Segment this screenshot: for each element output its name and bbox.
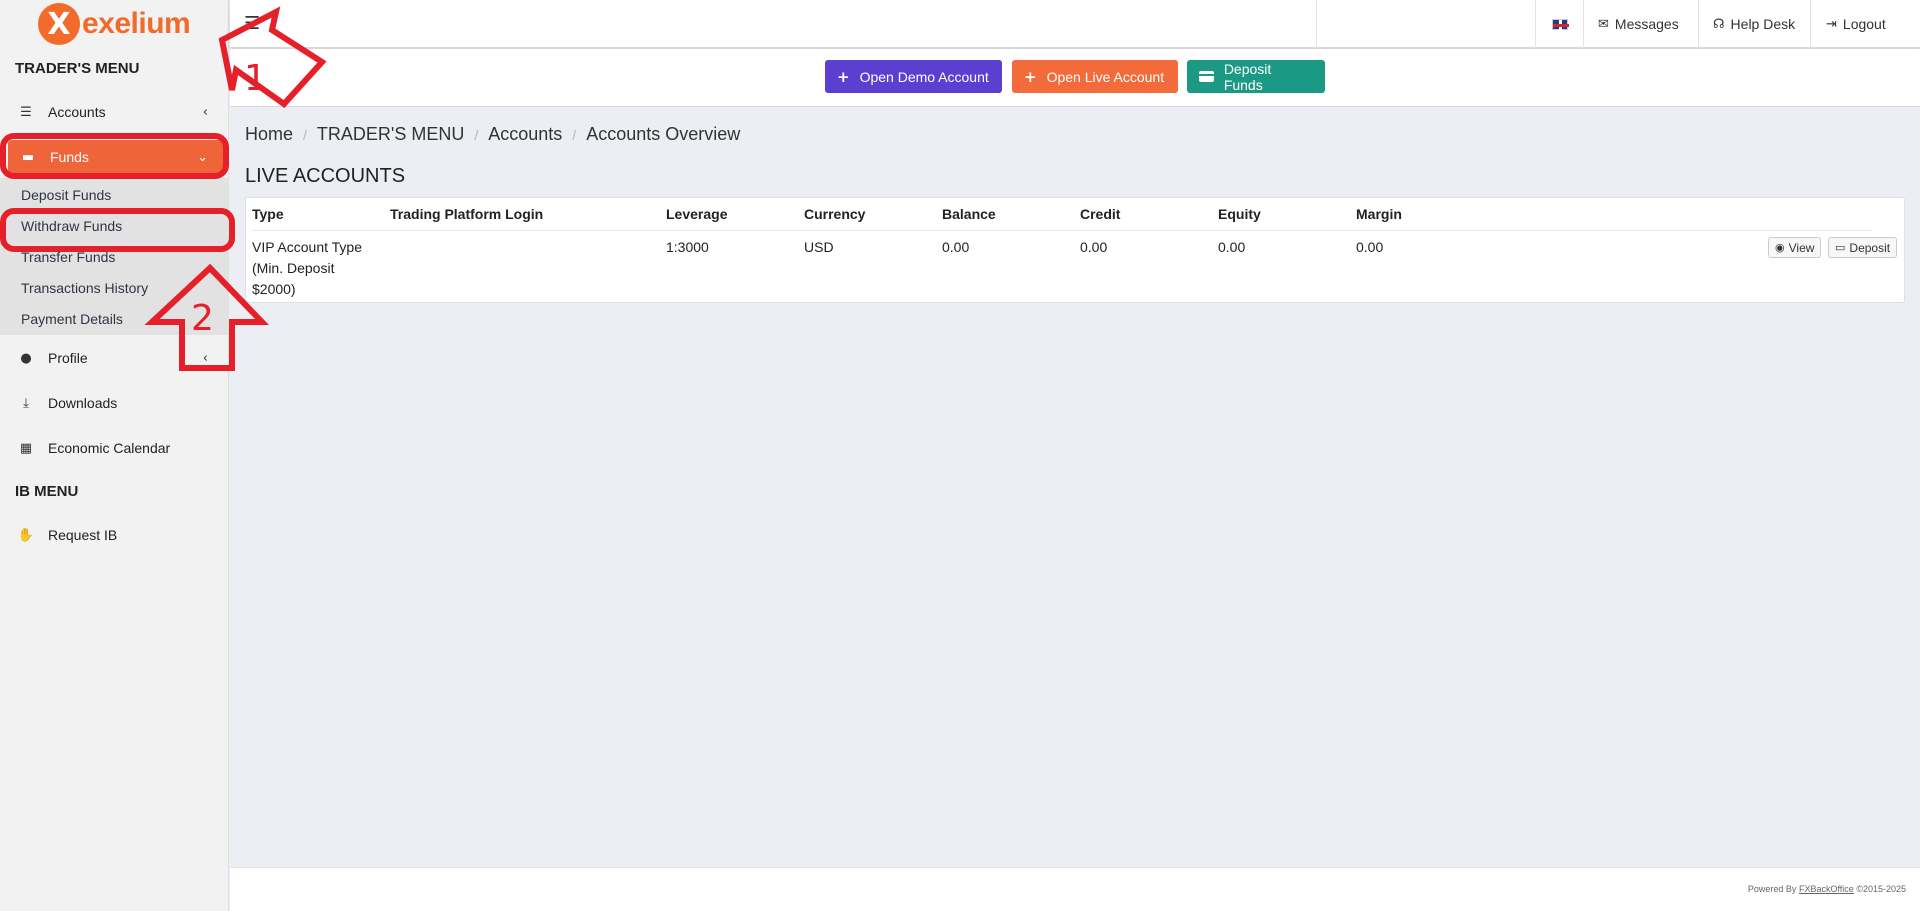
divider: [1535, 0, 1536, 48]
cell-type-line: VIP Account Type: [252, 239, 363, 255]
column-header-leverage: Leverage: [666, 206, 728, 222]
footer-credit: Powered By FXBackOffice ©2015-2025: [1748, 884, 1906, 894]
list-icon: ☰: [20, 104, 32, 120]
breadcrumb-traders-menu[interactable]: TRADER'S MENU: [317, 124, 464, 145]
plus-icon: +: [837, 67, 850, 86]
brand-logo[interactable]: X exelium: [38, 2, 191, 46]
sidebar-item-request-ib[interactable]: ✋ Request IB: [6, 516, 226, 554]
cell-equity: 0.00: [1218, 239, 1246, 255]
footer-suffix: ©2015-2025: [1856, 884, 1906, 894]
submenu-payment-details[interactable]: Payment Details: [21, 311, 123, 327]
logo-mark: X: [38, 3, 80, 45]
help-desk-label: Help Desk: [1730, 16, 1796, 32]
withdraw-highlight-ring: [0, 208, 235, 252]
footer: Powered By FXBackOffice ©2015-2025: [230, 867, 1920, 911]
step-1-label: 1: [244, 58, 267, 99]
user-icon: ●: [20, 350, 32, 366]
chevron-left-icon: ‹: [202, 350, 208, 366]
deposit-funds-button[interactable]: Deposit Funds: [1187, 60, 1325, 93]
cell-type-line: (Min. Deposit: [252, 260, 335, 276]
sidebar-item-label: Economic Calendar: [48, 440, 171, 456]
open-live-account-button[interactable]: + Open Live Account: [1012, 60, 1178, 93]
uk-flag-icon: [1552, 18, 1569, 31]
breadcrumb-separator: /: [572, 126, 577, 143]
breadcrumb-home[interactable]: Home: [245, 124, 293, 145]
breadcrumb-separator: /: [303, 126, 307, 143]
plus-icon: +: [1024, 67, 1037, 86]
sidebar-item-label: Accounts: [48, 104, 106, 120]
messages-label: Messages: [1614, 16, 1679, 32]
button-label: Open Demo Account: [859, 68, 989, 85]
divider: [1698, 0, 1699, 48]
breadcrumb-accounts[interactable]: Accounts: [488, 124, 562, 145]
ib-menu-heading: IB MENU: [15, 483, 79, 500]
logout-link[interactable]: ⇥ Logout: [1826, 0, 1886, 48]
deposit-button[interactable]: ▭ Deposit: [1828, 237, 1898, 258]
eye-icon: ◉: [1775, 241, 1785, 254]
headset-icon: ☊: [1713, 16, 1725, 32]
column-header-margin: Margin: [1356, 206, 1402, 222]
sign-out-icon: ⇥: [1826, 16, 1837, 32]
cell-currency: USD: [804, 239, 834, 255]
column-header-currency: Currency: [804, 206, 866, 222]
help-desk-link[interactable]: ☊ Help Desk: [1713, 0, 1795, 48]
button-label: Deposit: [1849, 240, 1891, 255]
view-button[interactable]: ◉ View: [1768, 237, 1822, 258]
column-header-balance: Balance: [942, 206, 996, 222]
submenu-deposit-funds[interactable]: Deposit Funds: [21, 187, 111, 203]
action-bar: + Open Demo Account + Open Live Account …: [230, 49, 1920, 107]
open-demo-account-button[interactable]: + Open Demo Account: [825, 60, 1002, 93]
handshake-icon: ✋: [17, 527, 35, 543]
breadcrumb-current: Accounts Overview: [586, 124, 741, 144]
cell-type: VIP Account Type (Min. Deposit $2000): [252, 237, 362, 300]
live-accounts-table: Type Trading Platform Login Leverage Cur…: [245, 197, 1905, 303]
breadcrumb: Home / TRADER'S MENU / Accounts / Accoun…: [245, 124, 740, 145]
sidebar-item-economic-calendar[interactable]: ▦ Economic Calendar: [6, 429, 226, 467]
traders-menu-heading: TRADER'S MENU: [15, 60, 140, 77]
messages-link[interactable]: ✉ Messages: [1598, 0, 1679, 48]
column-header-equity: Equity: [1218, 206, 1261, 222]
cell-type-line: $2000): [252, 281, 296, 297]
hamburger-menu-icon[interactable]: ☰: [244, 13, 260, 34]
chevron-left-icon: ‹: [202, 104, 208, 120]
calendar-icon: ▦: [19, 440, 33, 456]
submenu-transactions-history[interactable]: Transactions History: [21, 280, 148, 296]
funds-highlight-ring: [0, 133, 229, 179]
language-selector[interactable]: [1552, 0, 1569, 48]
divider: [1583, 0, 1584, 48]
sidebar-item-label: Request IB: [48, 527, 118, 543]
cell-margin: 0.00: [1356, 239, 1384, 255]
column-header-type: Type: [252, 206, 284, 222]
column-header-credit: Credit: [1080, 206, 1121, 222]
divider: [1316, 0, 1317, 48]
cell-balance: 0.00: [942, 239, 970, 255]
envelope-icon: ✉: [1598, 16, 1609, 32]
credit-card-icon: ▭: [1835, 241, 1846, 254]
credit-card-icon: [1199, 71, 1214, 82]
logout-label: Logout: [1842, 16, 1886, 32]
sidebar-item-downloads[interactable]: ⤓ Downloads: [6, 384, 226, 422]
download-icon: ⤓: [23, 395, 29, 411]
column-header-login: Trading Platform Login: [390, 206, 544, 222]
button-label: View: [1788, 240, 1815, 255]
sidebar-item-accounts[interactable]: ☰ Accounts ‹: [6, 93, 226, 131]
sidebar-item-label: Downloads: [48, 395, 118, 411]
logo-text: exelium: [82, 7, 191, 40]
footer-prefix: Powered By: [1747, 884, 1797, 894]
sidebar-item-profile[interactable]: ● Profile ‹: [6, 339, 226, 377]
breadcrumb-separator: /: [474, 126, 479, 143]
topbar: ☰ ✉ Messages ☊ Help Desk ⇥ Logout: [230, 0, 1920, 48]
live-accounts-title: LIVE ACCOUNTS: [245, 165, 406, 187]
button-label: Open Live Account: [1046, 68, 1165, 85]
step-2-label: 2: [191, 298, 214, 339]
header-divider: [252, 230, 1872, 231]
cell-leverage: 1:3000: [666, 239, 709, 255]
button-label: Deposit Funds: [1223, 60, 1272, 93]
footer-link[interactable]: FXBackOffice: [1799, 884, 1854, 894]
divider: [1810, 0, 1811, 48]
sidebar-item-label: Profile: [48, 350, 88, 366]
cell-credit: 0.00: [1080, 239, 1108, 255]
